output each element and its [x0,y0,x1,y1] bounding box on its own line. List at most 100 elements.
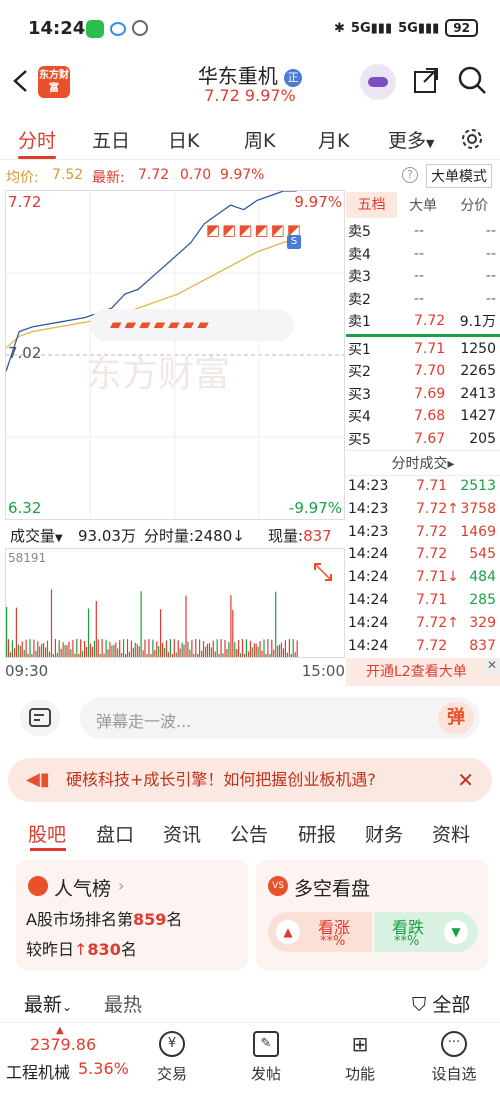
banner-text: 硬核科技+成长引擎！如何把握创业板机遇? [66,770,376,789]
volume-bar [23,649,25,657]
volume-bar [171,654,173,657]
volume-bar [187,641,189,657]
volume-bar [152,639,154,657]
volume-bar [292,639,294,657]
popularity-card[interactable]: 人气榜 › A股市场排名第859名 较昨日↑830名 [16,860,248,970]
gear-icon[interactable] [460,127,484,151]
danmaku-send-button[interactable]: 弹 [438,702,474,734]
tab-market[interactable]: 盘口 [96,820,134,847]
current-volume: 现量:837 [268,527,332,545]
trade-volume: 837 [469,637,496,654]
promo-banner[interactable]: ◀▮ 硬核科技+成长引擎！如何把握创业板机遇? ✕ [8,758,492,802]
tab-announcements[interactable]: 公告 [230,820,268,847]
volume-bar [284,640,286,657]
volume-bar [37,641,39,657]
volume-bar [218,654,220,657]
index-ticker[interactable]: ▲ 2379.86 工程机械 5.36% [0,1023,130,1101]
volume-bar [216,639,218,657]
volume-bar [146,654,148,657]
bear-button[interactable]: 看跌 **% ▼ [374,912,478,952]
level-label: 卖2 [348,291,371,308]
sell-level: 卖1 7.72 9.1万 [346,310,500,333]
signal-badge[interactable]: S [287,235,301,249]
volume-bar [95,601,97,657]
volume-label[interactable]: 成交量▼ [10,525,63,546]
tab-research[interactable]: 研报 [298,820,336,847]
change-pct: 9.97% [220,167,265,183]
rank-change-line: 较昨日↑830名 [26,940,137,959]
tab-5day[interactable]: 五日 [92,126,130,153]
tab-five-levels[interactable]: 五档 [346,192,398,218]
volume-bar [232,610,234,657]
tab-profile[interactable]: 资料 [432,820,470,847]
bottom-price-label: 6.32 [8,499,42,517]
nav-trade[interactable]: ¥ 交易 [142,1031,202,1084]
tab-news[interactable]: 资讯 [163,820,201,847]
close-icon[interactable]: ✕ [484,658,500,674]
l2-promo-link[interactable]: 开通L2查看大单 [346,658,500,686]
chart-tabs: 分时 五日 日K 周K 月K 更多▼ [0,120,500,160]
badge-icon: 正 [284,69,303,87]
popularity-title: 人气榜 [54,878,112,900]
tab-weekly[interactable]: 周K [244,126,275,153]
tab-finance[interactable]: 财务 [365,820,403,847]
trade-volume: 2513 [460,478,496,494]
nav-post[interactable]: ✎ 发帖 [236,1031,296,1084]
sort-latest[interactable]: 最新⌄ [24,990,72,1017]
avatar[interactable] [360,64,396,100]
trade-volume: 1469 [460,523,496,540]
trade-row: 14:24 7.72↑ 329 [346,613,500,636]
volume-bar [277,645,279,657]
help-icon[interactable]: ? [402,167,418,183]
tab-monthly[interactable]: 月K [318,126,349,153]
tab-big-orders[interactable]: 大单 [397,195,448,215]
search-icon[interactable] [458,66,488,96]
bull-bear-card[interactable]: VS 多空看盘 ▲ 看涨 **% 看跌 **% ▼ [256,860,488,970]
level-volume: 9.1万 [459,314,496,331]
bull-button[interactable]: ▲ 看涨 **% [268,912,372,952]
expand-icon[interactable] [312,561,334,583]
danmaku-toggle[interactable] [20,700,60,736]
tab-forum[interactable]: 股吧 [28,820,66,847]
tab-daily[interactable]: 日K [168,126,199,153]
filter-all[interactable]: ⛉ 全部 [412,990,470,1017]
volume-bar [144,639,146,657]
nav-functions[interactable]: ⊞ 功能 [330,1031,390,1084]
bottom-nav: ▲ 2379.86 工程机械 5.36% ¥ 交易 ✎ 发帖 ⊞ 功能 ··· … [0,1022,500,1100]
volume-total: 93.03万 [78,527,136,545]
comment-input[interactable]: 弹幕走一波... [80,697,480,739]
volume-bar [191,639,193,657]
tab-price-dist[interactable]: 分价 [449,195,500,215]
buy-level: 买5 7.67 205 [346,428,500,451]
volume-bar [245,639,247,657]
tab-intraday[interactable]: 分时 [18,126,56,153]
volume-bar [39,646,41,657]
trend-flags[interactable]: ▰▰▰▰▰▰▰ [90,309,294,341]
trades-title[interactable]: 分时成交▸ [346,450,500,476]
big-order-mode-button[interactable]: 大单模式 [426,164,492,188]
nav-watchlist[interactable]: ··· 设自选 [424,1031,484,1084]
trade-row: 14:23 7.72 1469 [346,522,500,545]
share-icon[interactable] [412,66,440,94]
volume-bar [31,654,33,657]
buy-level: 买4 7.68 1427 [346,405,500,428]
tab-more[interactable]: 更多▼ [388,126,434,153]
up-arrow-icon: ↑ [74,940,88,959]
banner-close-icon[interactable]: ✕ [457,758,474,802]
level-label: 卖1 [348,314,371,331]
volume-bar [125,654,127,657]
signal-5g-icon: 5G▮▮▮ [350,20,393,36]
level-label: 买4 [348,409,371,426]
intraday-chart[interactable]: 东方财富 ▰▰▰▰▰▰▰ ◩◩◩◩◩◩ S 7.72 9.97% 7.02 6.… [5,190,345,520]
trade-time: 14:24 [348,614,389,631]
volume-bar [87,608,90,657]
index-value: 2379.86 [30,1035,97,1054]
sort-hot[interactable]: 最热 [104,990,142,1017]
level-volume: -- [485,223,496,240]
level-price: 7.69 [414,385,446,402]
volume-bar [80,639,82,657]
volume-bar [296,640,298,657]
mid-price-label: 7.02 [8,344,42,362]
order-book-panel: 五档 大单 分价 卖5 -- -- 卖4 -- -- 卖3 -- -- 卖2 -- -- 卖1 7.72 9… [346,190,500,685]
volume-bar [60,648,62,657]
